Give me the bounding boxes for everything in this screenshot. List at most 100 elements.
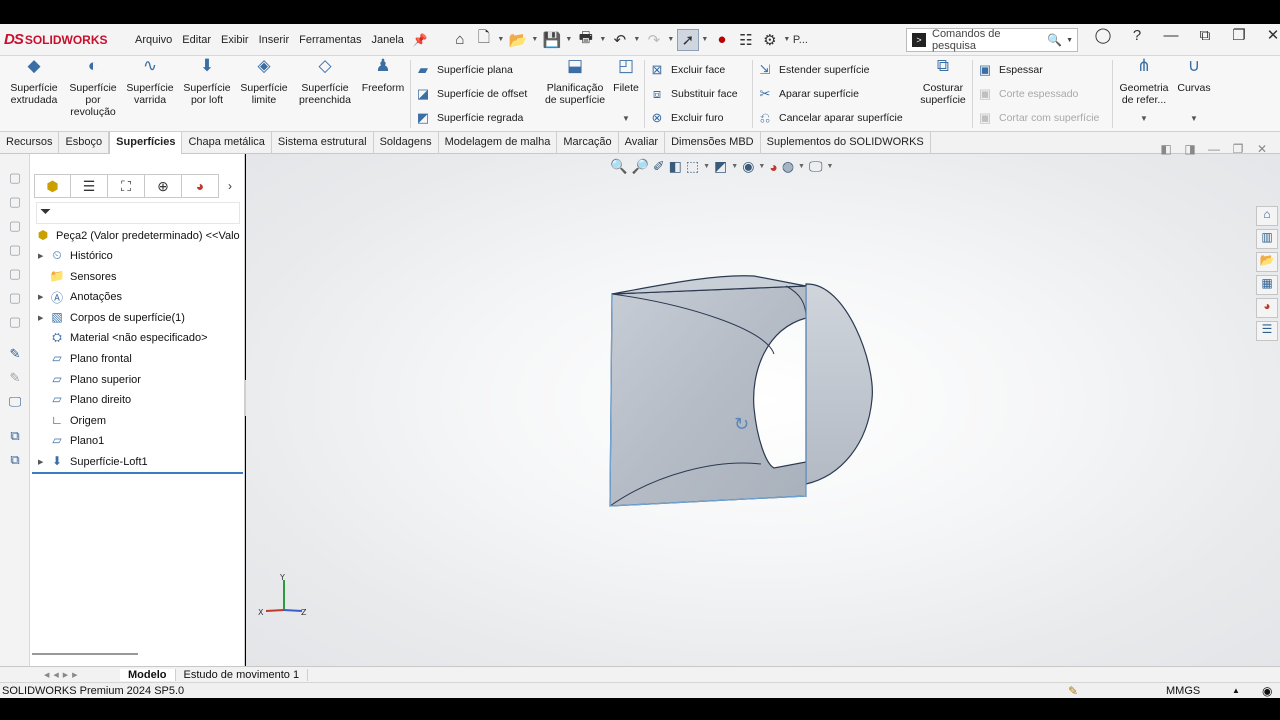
delete-hole-button[interactable]: ⊗ Excluir furo <box>648 110 724 126</box>
rebuild-icon[interactable]: ✎ <box>1068 684 1078 698</box>
tab-dimensoes-mbd[interactable]: Dimensões MBD <box>665 132 761 154</box>
solidworks-logo[interactable]: DS SOLIDWORKS <box>4 31 130 48</box>
save-icon[interactable]: 💾 <box>541 29 563 51</box>
help-icon[interactable]: ? <box>1120 27 1154 44</box>
close-icon[interactable]: ✕ <box>1256 26 1280 44</box>
chevron-down-icon[interactable]: ▼ <box>1140 114 1148 123</box>
replace-face-button[interactable]: ⧈ Substituir face <box>648 86 738 102</box>
thicken-button[interactable]: ▣ Espessar <box>976 62 1043 78</box>
view-palette-icon[interactable]: ▦ <box>1256 275 1278 295</box>
revolved-surface-button[interactable]: ◐ Superfície por revolução <box>64 57 122 118</box>
offset-surface-button[interactable]: ◪ Superfície de offset <box>414 86 527 102</box>
custom-properties-icon[interactable]: ☰ <box>1256 321 1278 341</box>
graphics-area[interactable]: 🔍 🔎 ✐ ◧ ⬚▼ ◩▼ ◉▼ ◕ ◍▼ 🖵▼ ◧ ◨ — ❐ ✕ <box>246 142 1280 666</box>
search-icon[interactable]: 🔍 <box>1047 33 1062 47</box>
shortcut-icon[interactable]: ▢ <box>6 290 24 308</box>
restore-icon[interactable]: ❐ <box>1222 26 1256 44</box>
menu-janela[interactable]: Janela <box>371 34 403 46</box>
print-icon[interactable]: 🖶 <box>575 29 597 51</box>
tab-modelo[interactable]: Modelo <box>120 668 176 681</box>
tab-esboco[interactable]: Esboço <box>59 132 110 154</box>
expand-arrow-icon[interactable]: ▶ <box>38 314 48 322</box>
curves-button[interactable]: ∪ Curvas <box>1174 57 1214 94</box>
chevron-right-icon[interactable]: › <box>219 174 241 198</box>
tree-item-plano-superior[interactable]: ▱ Plano superior <box>38 370 141 390</box>
menu-arquivo[interactable]: Arquivo <box>135 34 172 46</box>
tab-marcacao[interactable]: Marcação <box>557 132 619 154</box>
tree-item-corpos-superficie[interactable]: ▶ ▧ Corpos de superfície(1) <box>38 308 185 328</box>
file-properties-icon[interactable]: ☷ <box>735 29 757 51</box>
swept-surface-button[interactable]: ∿ Superfície varrida <box>124 57 176 106</box>
feature-manager-tab-icon[interactable]: ⬢ <box>34 174 71 198</box>
thickened-cut-button[interactable]: ▣ Corte espessado <box>976 86 1079 102</box>
unit-system[interactable]: MMGS <box>1166 685 1200 697</box>
design-library-icon[interactable]: ▥ <box>1256 229 1278 249</box>
surface-cut-button[interactable]: ▣ Cortar com superfície <box>976 110 1100 126</box>
appearances-icon[interactable]: ◕ <box>1256 298 1278 318</box>
boundary-surface-button[interactable]: ◈ Superfície limite <box>238 57 290 106</box>
select-cursor-icon[interactable]: ➚ <box>676 28 699 51</box>
tab-superficies[interactable]: Superfícies <box>109 132 183 154</box>
tree-item-anotacoes[interactable]: ▶ Ⓐ Anotações <box>38 287 122 307</box>
dimxpert-tab-icon[interactable]: ⊕ <box>145 174 182 198</box>
chevron-down-icon[interactable]: ▼ <box>782 36 792 43</box>
traffic-light-icon[interactable]: ● <box>711 29 733 51</box>
tree-root[interactable]: ⬢ Peça2 (Valor predeterminado) <<Valo <box>34 226 240 246</box>
redo-icon[interactable]: ↷ <box>643 29 665 51</box>
minimize-icon[interactable]: — <box>1154 27 1188 44</box>
expand-arrow-icon[interactable]: ▶ <box>38 252 48 260</box>
horizontal-scrollbar[interactable] <box>32 653 138 655</box>
tab-modelagem-de-malha[interactable]: Modelagem de malha <box>439 132 558 154</box>
tab-chapa-metalica[interactable]: Chapa metálica <box>182 132 272 154</box>
chevron-down-icon[interactable]: ▼ <box>700 36 710 43</box>
shortcut-icon[interactable]: ▢ <box>6 218 24 236</box>
tree-item-material[interactable]: ⛭ Material <não especificado> <box>38 328 207 348</box>
chevron-down-icon[interactable]: ▼ <box>666 36 676 43</box>
shortcut-icon[interactable]: ▢ <box>6 266 24 284</box>
tree-item-historico[interactable]: ▶ ⏲ Histórico <box>38 246 113 266</box>
lofted-surface-button[interactable]: ⬇ Superfície por loft <box>180 57 234 106</box>
chevron-down-icon[interactable]: ▼ <box>622 114 630 123</box>
menu-inserir[interactable]: Inserir <box>259 34 290 46</box>
copy-icon[interactable]: ⧉ <box>6 428 24 446</box>
tab-avaliar[interactable]: Avaliar <box>619 132 666 154</box>
help-circle-icon[interactable]: ◉ <box>1262 684 1272 698</box>
menu-ferramentas[interactable]: Ferramentas <box>299 34 361 46</box>
shortcut-icon[interactable]: ▢ <box>6 194 24 212</box>
untrim-surface-button[interactable]: ⎌ Cancelar aparar superfície <box>756 110 903 126</box>
search-input[interactable]: Comandos de pesquisa <box>932 28 1047 52</box>
chevron-down-icon[interactable]: ▼ <box>632 36 642 43</box>
filled-surface-button[interactable]: ◇ Superfície preenchida <box>294 57 356 106</box>
delete-face-button[interactable]: ⊠ Excluir face <box>648 62 726 78</box>
shortcut-icon[interactable]: ▢ <box>6 242 24 260</box>
tab-navigation-arrows[interactable]: ◀◀▶▶ <box>44 671 120 679</box>
chevron-down-icon[interactable]: ▼ <box>598 36 608 43</box>
extruded-surface-button[interactable]: ◆ Superfície extrudada <box>6 57 62 106</box>
extend-surface-button[interactable]: ⇲ Estender superfície <box>756 62 870 78</box>
tree-item-plano-direito[interactable]: ▱ Plano direito <box>38 390 131 410</box>
menu-editar[interactable]: Editar <box>182 34 211 46</box>
configuration-manager-tab-icon[interactable]: ⛶ <box>108 174 145 198</box>
tree-item-plano-frontal[interactable]: ▱ Plano frontal <box>38 349 131 369</box>
display-icon[interactable]: 🖵 <box>6 394 24 412</box>
planar-surface-button[interactable]: ▰ Superfície plana <box>414 62 513 78</box>
expand-arrow-icon[interactable]: ▶ <box>38 293 48 301</box>
tree-item-origem[interactable]: ∟ Origem <box>38 411 106 431</box>
home-icon[interactable]: ⌂ <box>449 29 471 51</box>
user-icon[interactable]: ◯ <box>1086 26 1120 44</box>
new-document-icon[interactable]: 🗋 <box>473 29 495 51</box>
shortcut-icon[interactable]: ▢ <box>6 170 24 188</box>
model-canvas[interactable]: ↻ Y Z X <box>246 154 1280 666</box>
freeform-button[interactable]: ♟ Freeform <box>358 57 408 94</box>
reference-geometry-button[interactable]: ⋔ Geometria de refer... <box>1116 57 1172 106</box>
loft-surface-model[interactable]: ↻ <box>609 275 873 507</box>
tree-item-superficie-loft1[interactable]: ▶ ⬇ Superfície-Loft1 <box>38 452 148 472</box>
filter-icon[interactable]: ⏷ <box>36 202 240 224</box>
tree-item-plano1[interactable]: ▱ Plano1 <box>38 431 104 451</box>
flatten-surface-button[interactable]: ⬓ Planificação de superfície <box>542 57 608 106</box>
file-explorer-icon[interactable]: 📂 <box>1256 252 1278 272</box>
edit-sketch-icon[interactable]: ✎ <box>6 346 24 364</box>
tab-suplementos[interactable]: Suplementos do SOLIDWORKS <box>761 132 931 154</box>
shortcut-icon[interactable]: ▢ <box>6 314 24 332</box>
ruled-surface-button[interactable]: ◩ Superfície regrada <box>414 110 524 126</box>
